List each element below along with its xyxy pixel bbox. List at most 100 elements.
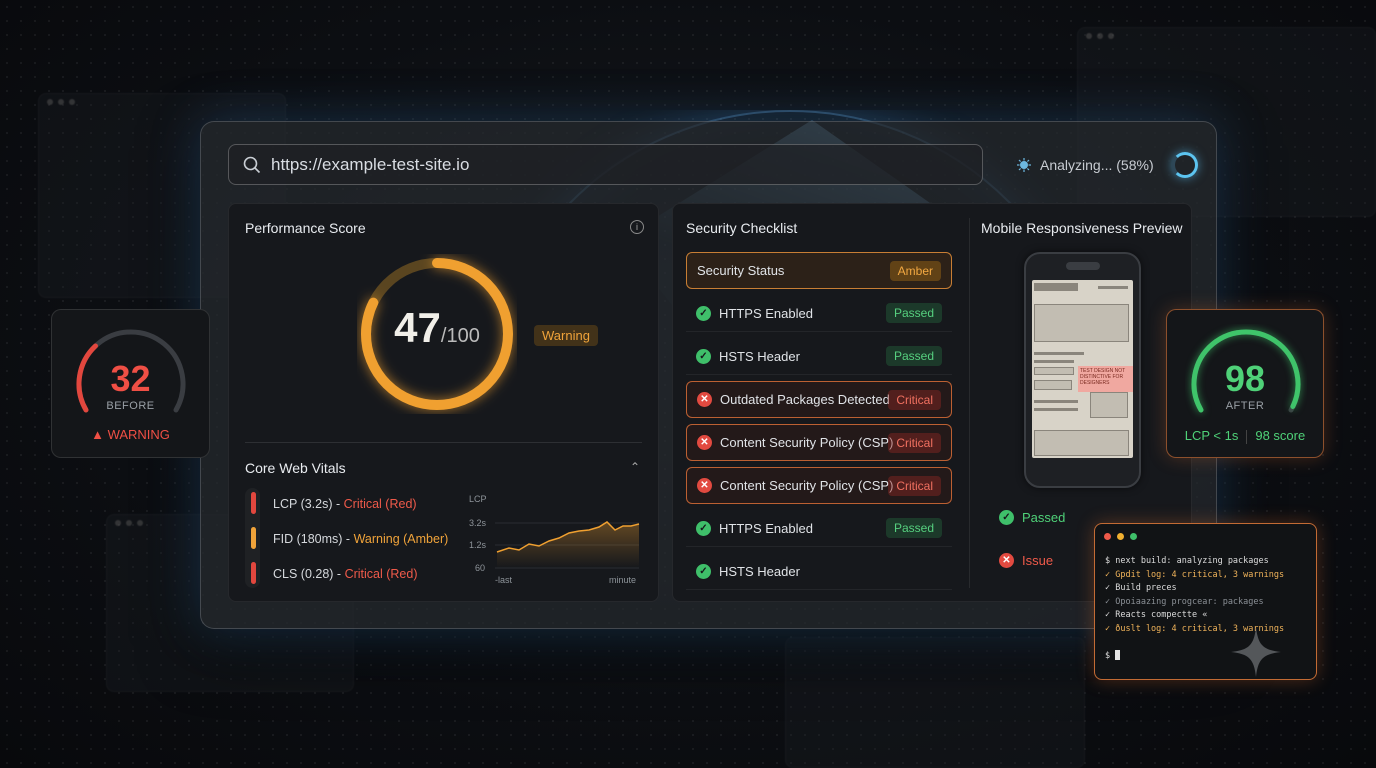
security-item-label: HSTS Header (719, 563, 800, 579)
analysis-status: Analyzing... (58%) (1016, 152, 1198, 178)
vital-severity: Warning (Amber) (353, 531, 449, 546)
security-item[interactable]: ✕ Outdated Packages Detected Critical (686, 381, 952, 418)
core-web-vitals-title: Core Web Vitals (245, 460, 346, 476)
before-warning-text: WARNING (107, 427, 170, 442)
check-icon: ✓ (696, 520, 711, 536)
check-icon: ✓ (696, 563, 711, 579)
status-badge: Critical (888, 432, 941, 453)
phone-preview[interactable]: TEST DESIGN NOT DISTINCTIVE FOR DESIGNER… (1024, 252, 1141, 488)
performance-title: Performance Score (245, 220, 366, 236)
analyzer-window: https://example-test-site.io Analyzing..… (200, 121, 1217, 629)
security-item[interactable]: ✓ HTTPS Enabled Passed (686, 295, 952, 332)
terminal-line-text: ✓ Gpdit log: 4 critical, 3 warnings (1105, 569, 1285, 580)
chart-x-start: -last (495, 575, 513, 585)
score-value: 47 (394, 304, 441, 351)
status-badge: Passed (885, 346, 942, 366)
vital-metric: FID (180ms) - (273, 531, 351, 546)
status-badge: Passed (885, 518, 942, 538)
security-item[interactable]: Security Status Amber (686, 252, 952, 289)
check-icon: ✓ (696, 348, 711, 364)
info-icon[interactable]: i (630, 220, 644, 234)
mobile-preview-title: Mobile Responsiveness Preview (981, 220, 1183, 236)
chart-ytick: 1.2s (469, 540, 487, 550)
panel-divider (969, 218, 970, 588)
vital-severity: Critical (Red) (343, 496, 417, 511)
sparkle-icon (1231, 627, 1281, 677)
chevron-up-icon[interactable]: ⌃ (630, 460, 640, 474)
check-icon: ✓ (999, 510, 1014, 525)
after-score: 98 (1224, 358, 1266, 399)
url-search-bar[interactable]: https://example-test-site.io (228, 144, 983, 185)
vital-metric: LCP (3.2s) - (273, 496, 341, 511)
background-code-window-bottom (785, 637, 1085, 768)
vital-row-fid: FID (180ms) - Warning (Amber) (245, 521, 448, 556)
wireframe-screen: TEST DESIGN NOT DISTINCTIVE FOR DESIGNER… (1032, 280, 1133, 458)
security-item-label: Content Security Policy (CSP) (720, 435, 894, 450)
chart-ytick: 60 (475, 563, 485, 573)
error-icon: ✕ (697, 392, 712, 407)
after-label: AFTER (1225, 400, 1265, 412)
vital-severity: Critical (Red) (344, 566, 418, 581)
phone-notch (1066, 262, 1100, 270)
issue-label: Issue (1022, 553, 1054, 568)
warning-badge: Warning (534, 325, 598, 346)
vital-row-cls: CLS (0.28) - Critical (Red) (245, 556, 448, 591)
status-badge: Critical (888, 475, 941, 496)
terminal-line-text: $ next build: analyzing packages (1105, 556, 1269, 566)
divider (245, 442, 642, 443)
security-item-label: HTTPS Enabled (719, 305, 813, 321)
security-item-label: HTTPS Enabled (719, 520, 813, 536)
before-score: 32 (110, 358, 151, 399)
check-icon: ✓ (696, 305, 711, 321)
terminal-line: ✓ Opoiaazing progcear: packages (1105, 597, 1284, 611)
vital-row-lcp: LCP (3.2s) - Critical (Red) (245, 486, 448, 521)
security-item[interactable]: ✓ HSTS Header Passed (686, 338, 952, 375)
terminal-line: $ next build: analyzing packages (1105, 556, 1284, 570)
chart-ytick: 3.2s (469, 518, 487, 528)
security-item[interactable]: ✕ Content Security Policy (CSP) Critical (686, 424, 952, 461)
error-icon: ✕ (697, 435, 712, 450)
maximize-dot[interactable] (1130, 533, 1137, 540)
passed-label: Passed (1022, 510, 1066, 525)
after-lcp: LCP < 1s (1184, 428, 1239, 443)
performance-panel: Performance Score i 47/100 Warning Core … (228, 203, 659, 602)
url-text: https://example-test-site.io (271, 154, 470, 174)
search-icon (243, 156, 261, 173)
analyzing-label: Analyzing... (58%) (1040, 157, 1154, 173)
loading-spinner (1171, 152, 1198, 178)
severity-pill (251, 527, 256, 549)
window-controls (1104, 533, 1137, 540)
security-item[interactable]: ✓ HSTS Header (686, 553, 952, 590)
after-score-card: 98 AFTER LCP < 1s 98 score (1166, 309, 1324, 458)
error-icon: ✕ (999, 553, 1014, 568)
mobile-issue-status: ✕ Issue (999, 553, 1053, 568)
before-score-card: 32 BEFORE ▲ WARNING (51, 309, 210, 458)
close-dot[interactable] (1104, 533, 1111, 540)
status-badge: Amber (889, 260, 941, 281)
before-label: BEFORE (106, 400, 155, 412)
vital-metric: CLS (0.28) - (273, 566, 342, 581)
after-stats: LCP < 1s 98 score (1167, 428, 1323, 444)
terminal-line: ✓ Build preces (1105, 583, 1284, 597)
severity-pill (251, 492, 256, 514)
security-item-label: HSTS Header (719, 348, 800, 364)
after-score-text: 98 score (1255, 428, 1306, 443)
status-badge: Critical (888, 389, 941, 410)
chart-x-end: minute (609, 575, 636, 585)
security-item-label: Security Status (697, 263, 785, 278)
vitals-list: LCP (3.2s) - Critical (Red) FID (180ms) … (245, 486, 448, 591)
performance-score: 47/100 (357, 304, 517, 352)
terminal-line-text: ✓ Opoiaazing progcear: packages (1105, 596, 1264, 607)
minimize-dot[interactable] (1117, 533, 1124, 540)
terminal-cursor (1115, 650, 1121, 660)
security-item[interactable]: ✕ Content Security Policy (CSP) Critical (686, 467, 952, 504)
bug-icon (1017, 158, 1031, 172)
error-icon: ✕ (697, 478, 712, 493)
terminal-line-text: ✓ Reacts compectte « (1105, 610, 1208, 620)
mobile-passed-status: ✓ Passed (999, 510, 1065, 525)
severity-pill (251, 562, 256, 584)
security-checklist: Security Status Amber ✓ HTTPS Enabled Passed… (686, 252, 952, 596)
terminal-line: ✓ Reacts compectte « (1105, 610, 1284, 624)
security-item[interactable]: ✓ HTTPS Enabled Passed (686, 510, 952, 547)
warning-triangle-icon: ▲ (91, 427, 104, 442)
